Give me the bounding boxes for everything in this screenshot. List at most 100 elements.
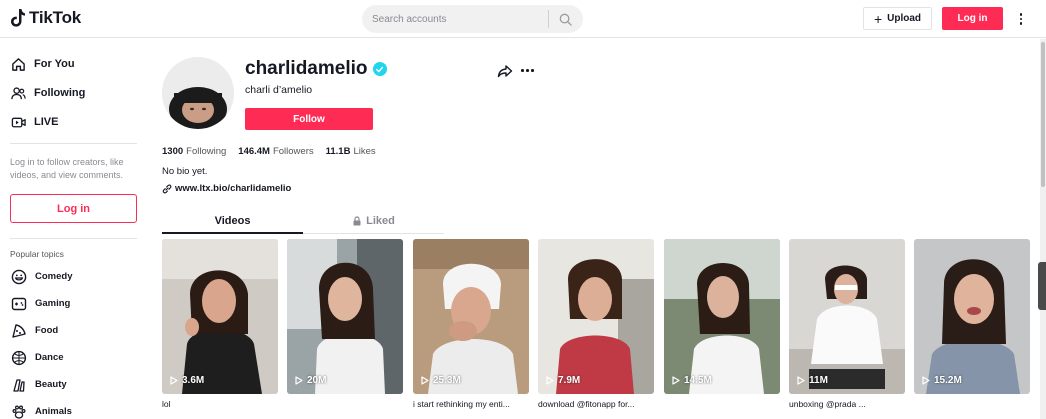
search-input[interactable] [362,5,548,33]
tiktok-logo-icon [11,9,25,27]
tiktok-logo[interactable]: TikTok [10,8,81,28]
search-icon [559,13,572,26]
video-thumbnail[interactable]: 3.6M [162,239,278,394]
tab-active-indicator [162,232,303,234]
tab-liked[interactable]: Liked [303,215,444,227]
play-icon [170,376,178,385]
topic-beauty[interactable]: Beauty [10,376,67,393]
profile-bio: No bio yet. [162,166,208,177]
likes-stat: 11.1B Likes [326,146,376,157]
popular-topics-heading: Popular topics [10,249,64,259]
video-thumbnail[interactable]: 15.2M [914,239,1030,394]
topic-comedy[interactable]: Comedy [10,268,72,285]
profile-stats: 1300 Following 146.4M Followers 11.1B Likes [162,146,376,157]
search-button[interactable] [549,5,581,33]
play-icon [546,376,554,385]
video-thumbnail[interactable]: 20M [287,239,403,394]
comedy-icon [10,268,27,285]
view-count-text: 25.3M [433,375,461,386]
view-count-text: 20M [307,375,327,386]
username-text: charlidamelio [245,58,368,79]
more-options-icon[interactable] [1015,10,1027,28]
sidebar-item-label: For You [34,58,75,70]
profile-nickname: charli d’amelio [245,84,313,96]
video-thumbnail[interactable]: 14.5M [664,239,780,394]
sidebar-item-label: LIVE [34,116,59,128]
food-icon [10,322,27,339]
view-count-text: 15.2M [934,375,962,386]
top-header: TikTok + Upload Log in [0,0,1046,38]
view-count: 14.5M [672,375,712,386]
profile-link[interactable]: www.ltx.bio/charlidamelio [162,183,291,194]
video-caption[interactable]: unboxing @prada ... [789,399,905,409]
play-icon [421,376,429,385]
home-icon [10,56,26,72]
profile-more-icon[interactable] [521,69,534,72]
sidebar-item-following[interactable]: Following [10,85,85,101]
video-caption[interactable]: download @fitonapp for... [538,399,654,409]
view-count: 3.6M [170,375,204,386]
profile-username: charlidamelio [245,58,387,80]
sidebar-item-for-you[interactable]: For You [10,56,75,72]
play-icon [797,376,805,385]
sidebar-item-live[interactable]: LIVE [10,114,58,130]
scrollbar-thumb[interactable] [1041,42,1045,187]
view-count-text: 14.5M [684,375,712,386]
view-count: 25.3M [421,375,461,386]
play-icon [922,376,930,385]
side-panel-tab[interactable] [1038,262,1046,310]
sidebar-login-button[interactable]: Log in [10,194,137,223]
following-stat[interactable]: 1300 Following [162,146,226,157]
tab-liked-label: Liked [366,215,395,227]
topic-label: Comedy [35,271,73,282]
play-icon [672,376,680,385]
tab-videos[interactable]: Videos [162,215,303,227]
video-thumbnail[interactable]: 7.9M [538,239,654,394]
video-thumbnail[interactable]: 25.3M [413,239,529,394]
upload-label: Upload [887,13,922,24]
link-icon [162,184,172,193]
search-bar [362,5,583,33]
logo-text: TikTok [29,8,82,27]
sidebar-divider [10,143,137,144]
topic-animals[interactable]: Animals [10,403,72,419]
followers-label: Followers [272,146,314,157]
topic-label: Dance [35,352,64,363]
video-caption[interactable]: lol [162,399,278,409]
topic-label: Beauty [35,379,67,390]
view-count-text: 11M [809,375,828,386]
video-thumbnail[interactable]: 11M [789,239,905,394]
view-count-text: 3.6M [182,375,205,386]
topic-dance[interactable]: Dance [10,349,64,366]
video-caption[interactable]: i start rethinking my enti... [413,399,529,409]
sidebar-item-label: Following [34,87,86,99]
topic-label: Food [35,325,59,336]
topic-gaming[interactable]: Gaming [10,295,70,312]
upload-button[interactable]: + Upload [863,7,932,30]
following-icon [10,85,26,101]
animals-icon [10,403,27,419]
view-count: 20M [295,375,326,386]
followers-count: 146.4M [238,146,270,157]
verified-badge-icon [372,62,387,76]
header-login-button[interactable]: Log in [942,7,1003,30]
followers-stat[interactable]: 146.4M Followers [238,146,313,157]
view-count: 15.2M [922,375,962,386]
beauty-icon [10,376,27,393]
share-icon[interactable] [497,63,513,79]
view-count: 11M [797,375,828,386]
sidebar: For You Following LIVE Log in to follow … [0,39,148,419]
topic-label: Animals [35,406,72,417]
link-text: www.ltx.bio/charlidamelio [175,183,292,194]
login-hint-text: Log in to follow creators, like videos, … [10,157,124,180]
likes-label: Likes [353,146,376,157]
gaming-icon [10,295,27,312]
live-icon [10,114,26,130]
lock-icon [353,216,361,226]
follow-button[interactable]: Follow [245,108,373,130]
avatar[interactable] [162,57,234,129]
topic-food[interactable]: Food [10,322,58,339]
topic-label: Gaming [35,298,71,309]
view-count: 7.9M [546,375,580,386]
following-label: Following [186,146,227,157]
